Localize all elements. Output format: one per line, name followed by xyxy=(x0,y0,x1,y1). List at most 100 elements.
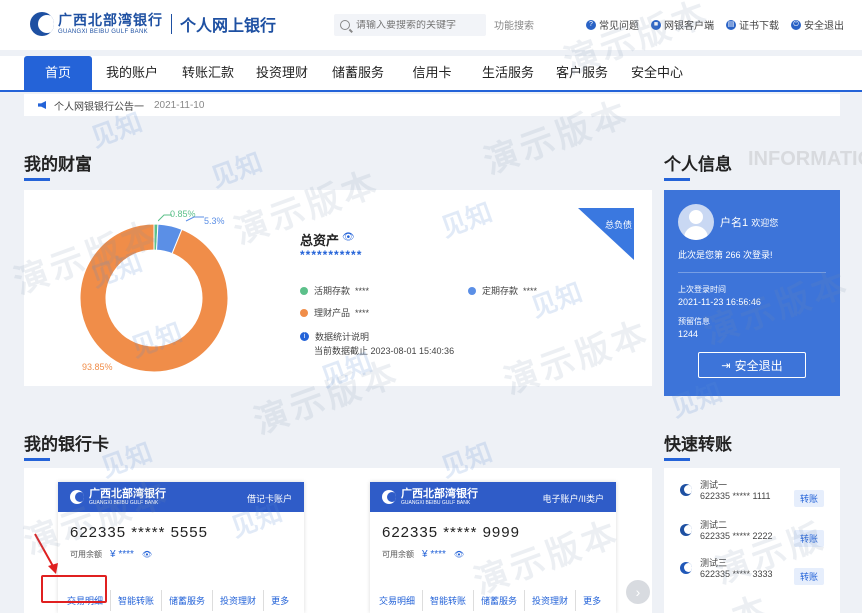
card-balance: 可用余额 ¥ **** 👁 xyxy=(382,549,465,560)
question-icon: ? xyxy=(586,19,596,30)
search-box xyxy=(334,14,486,36)
personal-watermark: INFORMATIO xyxy=(748,148,862,170)
logout-icon: ⏻ xyxy=(791,19,801,30)
nav-savings[interactable]: 储蓄服务 xyxy=(326,56,390,90)
notice-bar[interactable]: 个人网银银行公告一 2021-11-10 xyxy=(24,94,840,116)
search-input[interactable] xyxy=(356,19,476,31)
wealth-title: 我的财富 xyxy=(24,150,92,181)
info-icon: i xyxy=(300,332,309,341)
stats-time: 当前数据截止 2023-08-01 15:40:36 xyxy=(314,346,455,356)
user-greeting: 户名1 欢迎您 xyxy=(720,214,778,230)
bank-card: 广西北部湾银行 GUANGXI BEIBU GULF BANK 电子账户/II类户… xyxy=(370,482,616,613)
card-header: 广西北部湾银行 GUANGXI BEIBU GULF BANK 电子账户/II类户 xyxy=(370,482,616,512)
total-assets-title: 总资产 xyxy=(300,233,340,248)
certificate-link[interactable]: ▤ 证书下载 xyxy=(726,17,779,32)
wealth-panel: 0.85% 5.3% 93.85% 总资产 👁 *********** 活期存款… xyxy=(24,190,652,386)
bank-name-en: GUANGXI BEIBU GULF BANK xyxy=(58,29,148,35)
card-number: 622335 ***** 5555 xyxy=(70,524,208,541)
bank-logo-icon xyxy=(680,562,692,574)
avatar xyxy=(678,204,714,240)
total-debt-badge[interactable] xyxy=(578,208,634,260)
reserved-info-value: 1244 xyxy=(678,329,699,339)
card-actions: 交易明细 智能转账 储蓄服务 投资理财 更多 xyxy=(370,590,616,611)
logo-divider xyxy=(171,14,172,34)
certificate-icon: ▤ xyxy=(726,19,736,30)
donut-label-wealth: 93.85% xyxy=(82,362,113,372)
card-type: 电子账户/II类户 xyxy=(542,494,604,504)
nav-life-service[interactable]: 生活服务 xyxy=(476,56,540,90)
faq-link[interactable]: ? 常见问题 xyxy=(586,17,639,32)
eye-icon[interactable]: 👁 xyxy=(454,550,464,559)
bank-logo-icon xyxy=(680,484,692,496)
cards-panel: 广西北部湾银行 GUANGXI BEIBU GULF BANK 借记卡账户 622… xyxy=(24,468,652,613)
quick-transfer-item[interactable]: 测试三 622335 ***** 3333 xyxy=(680,556,773,579)
card-action-smart-transfer[interactable]: 智能转账 xyxy=(111,590,163,611)
personal-panel: 户名1 欢迎您 此次是您第 266 次登录! 上次登录时间 2021-11-23… xyxy=(664,190,840,396)
bank-logo-icon xyxy=(680,524,692,536)
cards-title: 我的银行卡 xyxy=(24,430,109,461)
card-type: 借记卡账户 xyxy=(246,494,292,504)
portal-title: 个人网上银行 xyxy=(180,18,277,35)
client-link[interactable]: ■ 网银客户端 xyxy=(651,17,714,32)
last-login-value: 2021-11-23 16:56:46 xyxy=(678,297,761,307)
quick-transfer-panel: 测试一 622335 ***** 1111 转账 测试二 622335 ***** … xyxy=(664,468,840,613)
client-icon: ■ xyxy=(651,19,661,30)
reserved-info-label: 预留信息 xyxy=(678,317,710,326)
search-button[interactable]: 功能搜索 xyxy=(494,17,534,32)
personal-title: 个人信息 xyxy=(664,150,732,181)
bank-name: 广西北部湾银行 xyxy=(58,12,163,28)
bank-logo[interactable]: 广西北部湾银行 GUANGXI BEIBU GULF BANK 个人网上银行 xyxy=(30,12,276,36)
card-action-transactions[interactable]: 交易明细 xyxy=(372,590,424,611)
last-login-label: 上次登录时间 xyxy=(678,285,726,294)
nav-home[interactable]: 首页 xyxy=(24,56,92,90)
bank-logo-icon xyxy=(382,490,396,504)
next-card-button[interactable]: › xyxy=(626,580,650,604)
legend-fixed-deposit: 定期存款 **** xyxy=(468,284,537,297)
top-bar: 广西北部湾银行 GUANGXI BEIBU GULF BANK 个人网上银行 功… xyxy=(0,0,862,50)
logout-button[interactable]: ⇥ 安全退出 xyxy=(698,352,806,378)
card-action-savings[interactable]: 储蓄服务 xyxy=(162,590,214,611)
nav-my-account[interactable]: 我的账户 xyxy=(100,56,164,90)
transfer-button[interactable]: 转账 xyxy=(793,568,824,585)
donut-slice-wealth[interactable] xyxy=(79,223,229,373)
legend-dot xyxy=(468,286,476,295)
legend-wealth-product: 理财产品 **** xyxy=(300,306,369,319)
card-action-more[interactable]: 更多 xyxy=(264,590,296,611)
annotation-arrow xyxy=(34,533,58,574)
notice-date: 2021-11-10 xyxy=(154,99,205,111)
card-action-smart-transfer[interactable]: 智能转账 xyxy=(423,590,475,611)
eye-icon[interactable]: 👁 xyxy=(142,550,152,559)
login-count: 此次是您第 266 次登录! xyxy=(678,250,773,260)
quick-transfer-item[interactable]: 测试一 622335 ***** 1111 xyxy=(680,478,771,501)
card-action-investment[interactable]: 投资理财 xyxy=(525,590,577,611)
legend-dot xyxy=(300,308,308,317)
divider xyxy=(678,272,826,273)
nav-transfer[interactable]: 转账汇款 xyxy=(176,56,240,90)
nav-customer-service[interactable]: 客户服务 xyxy=(550,56,614,90)
quick-transfer-title: 快速转账 xyxy=(664,430,732,461)
card-action-savings[interactable]: 储蓄服务 xyxy=(474,590,526,611)
bank-logo-icon xyxy=(30,12,54,36)
card-header: 广西北部湾银行 GUANGXI BEIBU GULF BANK 借记卡账户 xyxy=(58,482,304,512)
speaker-icon xyxy=(38,101,46,109)
transfer-button[interactable]: 转账 xyxy=(793,530,824,547)
total-assets-value: *********** xyxy=(300,248,363,262)
nav-investment[interactable]: 投资理财 xyxy=(250,56,314,90)
legend-dot xyxy=(300,286,308,295)
card-balance: 可用余额 ¥ **** 👁 xyxy=(70,549,153,560)
notice-text: 个人网银银行公告一 xyxy=(54,101,144,113)
toggle-visibility-icon[interactable]: 👁 xyxy=(342,232,355,243)
card-action-more[interactable]: 更多 xyxy=(576,590,608,611)
nav-security-center[interactable]: 安全中心 xyxy=(624,56,690,90)
quick-transfer-item[interactable]: 测试二 622335 ***** 2222 xyxy=(680,518,773,541)
transfer-button[interactable]: 转账 xyxy=(793,490,824,507)
leader-lines xyxy=(158,214,204,222)
total-debt-label[interactable]: 总负债 xyxy=(605,218,632,231)
card-action-investment[interactable]: 投资理财 xyxy=(213,590,265,611)
card-number: 622335 ***** 9999 xyxy=(382,524,520,541)
logout-link[interactable]: ⏻ 安全退出 xyxy=(791,17,844,32)
welcome-text: 欢迎您 xyxy=(751,218,779,228)
main-nav: 首页 我的账户 转账汇款 投资理财 储蓄服务 信用卡 生活服务 客户服务 安全中… xyxy=(0,56,862,92)
nav-credit-card[interactable]: 信用卡 xyxy=(402,56,462,90)
search-icon xyxy=(340,20,350,30)
